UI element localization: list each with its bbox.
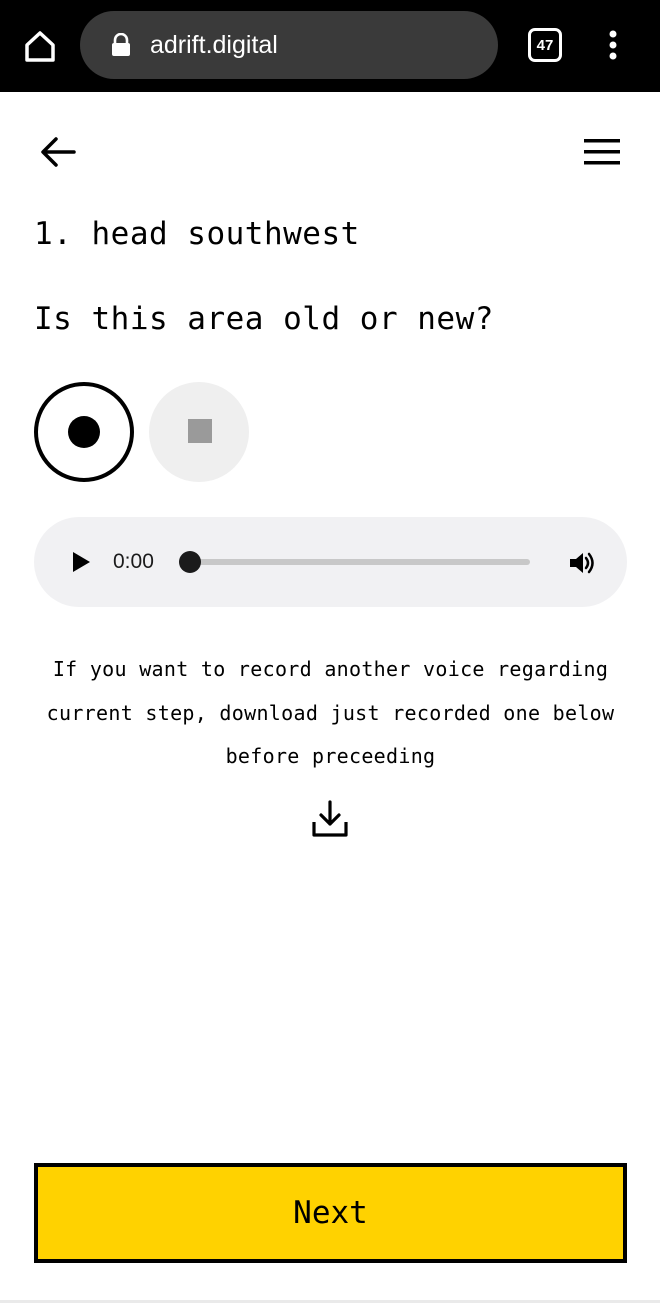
menu-button[interactable] xyxy=(580,132,624,172)
audio-player: 0:00 xyxy=(34,517,627,607)
tab-switcher-button[interactable]: 47 xyxy=(528,28,562,62)
current-time: 0:00 xyxy=(113,550,154,573)
hamburger-menu-icon xyxy=(584,139,620,165)
info-text: If you want to record another voice rega… xyxy=(46,657,615,768)
next-button[interactable]: Next xyxy=(34,1163,627,1263)
step-question: Is this area old or new? xyxy=(34,301,494,337)
download-icon[interactable] xyxy=(310,798,350,840)
lock-icon xyxy=(110,32,132,57)
record-button[interactable] xyxy=(34,382,134,482)
kebab-menu-icon[interactable] xyxy=(598,26,628,66)
stop-icon xyxy=(188,419,212,443)
address-bar[interactable]: adrift.digital xyxy=(80,11,498,79)
back-button[interactable] xyxy=(36,130,80,174)
stop-button[interactable] xyxy=(149,382,249,482)
volume-icon[interactable] xyxy=(566,547,598,579)
arrow-left-icon xyxy=(41,137,76,167)
url-text: adrift.digital xyxy=(150,31,278,59)
home-icon[interactable] xyxy=(18,24,62,68)
browser-toolbar: adrift.digital 47 xyxy=(0,0,660,92)
play-icon[interactable] xyxy=(66,547,96,577)
record-icon xyxy=(68,416,100,448)
seek-bar[interactable] xyxy=(186,559,530,565)
seek-thumb[interactable] xyxy=(179,551,201,573)
step-title: 1. head southwest xyxy=(34,216,360,252)
